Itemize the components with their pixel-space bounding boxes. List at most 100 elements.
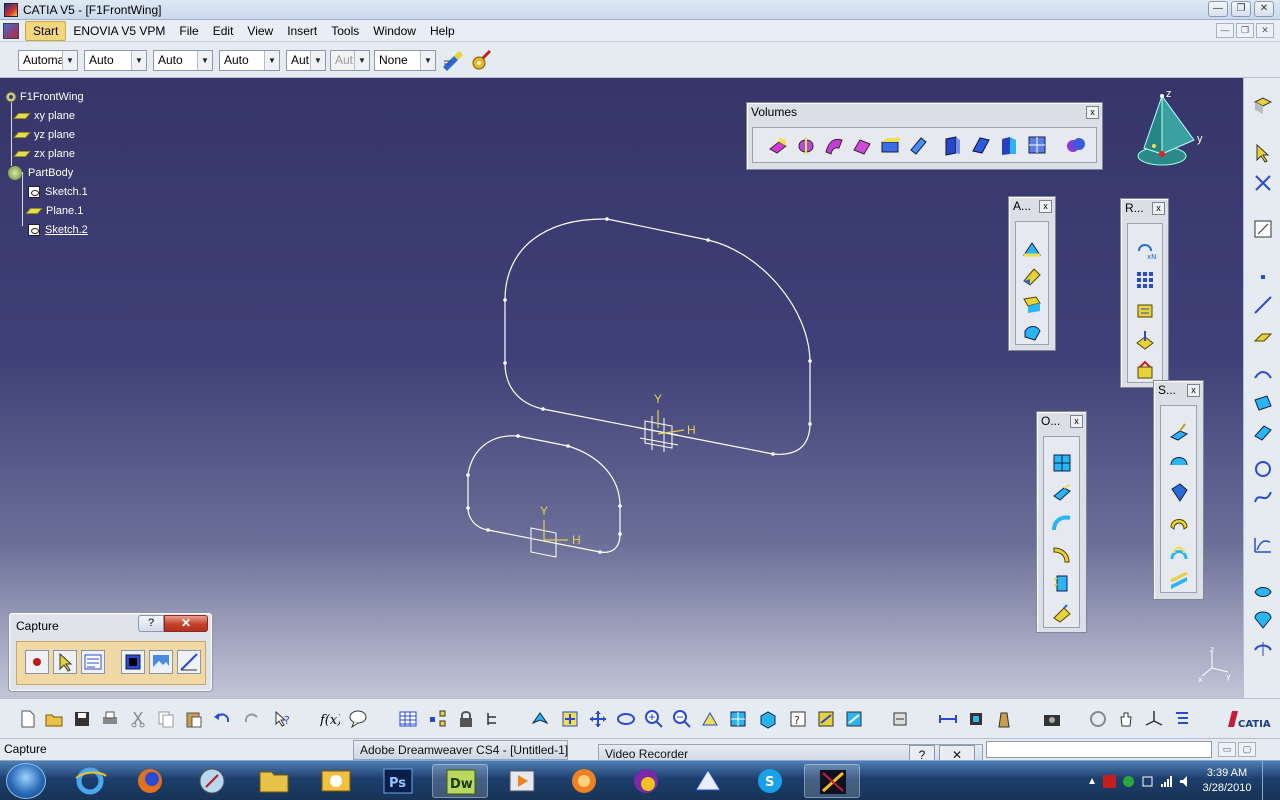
zoom-in-icon[interactable] <box>644 709 664 729</box>
menu-insert[interactable]: Insert <box>280 20 324 42</box>
menu-start[interactable]: Start <box>25 20 67 41</box>
command-input[interactable] <box>986 741 1212 758</box>
comment-icon[interactable] <box>348 709 368 729</box>
extrude-icon[interactable] <box>767 134 789 156</box>
projection-icon[interactable] <box>1252 364 1274 386</box>
sphere-surface-icon[interactable] <box>1168 481 1190 503</box>
tray-expand-icon[interactable]: ▲ <box>1087 776 1097 787</box>
offset-icon[interactable] <box>1051 542 1073 564</box>
sweep-icon[interactable] <box>823 134 845 156</box>
undo-icon[interactable] <box>212 709 232 729</box>
compass-widget[interactable] <box>1132 88 1212 173</box>
taskbar-safari[interactable] <box>184 764 240 798</box>
axis-system-icon[interactable] <box>1144 709 1164 729</box>
print-icon[interactable] <box>100 709 120 729</box>
remove-volume-icon[interactable] <box>970 134 992 156</box>
parallel-curve-icon[interactable] <box>1252 420 1274 442</box>
taskbar-windows-explorer[interactable] <box>246 764 302 798</box>
capture-close-button[interactable]: ✕ <box>164 615 208 632</box>
update-icon[interactable] <box>890 709 910 729</box>
save-icon[interactable] <box>72 709 92 729</box>
capture-icon[interactable] <box>121 650 145 674</box>
revolved-surface-icon[interactable] <box>1168 451 1190 473</box>
menu-view[interactable]: View <box>240 20 280 42</box>
iso-view-icon[interactable] <box>758 709 778 729</box>
menu-enovia[interactable]: ENOVIA V5 VPM <box>66 20 172 42</box>
mirror-icon[interactable] <box>1134 329 1156 351</box>
measure-between-icon[interactable] <box>938 709 958 729</box>
point-symbol-combo[interactable]: Aut ▼ <box>286 50 326 71</box>
menu-file[interactable]: File <box>172 20 205 42</box>
dreamweaver-window-tab[interactable]: Adobe Dreamweaver CS4 - [Untitled-1] <box>353 740 568 760</box>
record-icon[interactable] <box>25 650 49 674</box>
view-mode-icon[interactable]: ? <box>788 709 808 729</box>
whats-this-icon[interactable]: ? <box>272 709 292 729</box>
transparency-combo[interactable]: Auto ▼ <box>84 50 147 71</box>
union-trim-icon[interactable] <box>1026 134 1048 156</box>
helix-icon[interactable] <box>1252 534 1274 556</box>
menu-help[interactable]: Help <box>423 20 462 42</box>
swap-space-icon[interactable] <box>844 709 864 729</box>
multi-view-icon[interactable] <box>728 709 748 729</box>
catalog-icon[interactable] <box>428 709 448 729</box>
formula-icon[interactable]: f(x) <box>320 709 340 729</box>
panel-o-close-button[interactable]: x <box>1070 415 1083 428</box>
hide-show-icon[interactable] <box>816 709 836 729</box>
close-button[interactable]: ✕ <box>1254 1 1274 17</box>
draft-icon[interactable] <box>1021 265 1043 287</box>
tray-status-icon[interactable] <box>1122 775 1135 788</box>
tree-expand-icon[interactable] <box>1172 709 1192 729</box>
repetition-icon[interactable]: xN <box>1134 239 1156 261</box>
sketch-tools-icon[interactable] <box>1252 172 1274 194</box>
inertia-icon[interactable] <box>994 709 1014 729</box>
maximize-button[interactable]: ❐ <box>1231 1 1251 17</box>
layer-combo[interactable]: None ▼ <box>374 50 436 71</box>
pan-icon[interactable] <box>588 709 608 729</box>
measure-item-icon[interactable] <box>966 709 986 729</box>
revolve-icon[interactable] <box>795 134 817 156</box>
extract-icon[interactable] <box>1051 572 1073 594</box>
taskbar-vlc[interactable] <box>556 764 612 798</box>
split-icon[interactable] <box>1051 452 1073 474</box>
shell-icon[interactable] <box>1021 293 1043 315</box>
show-desktop-button[interactable] <box>1262 761 1272 800</box>
tray-device-icon[interactable] <box>1141 775 1154 788</box>
multisection-icon[interactable] <box>1252 580 1274 602</box>
volumes-close-button[interactable]: x <box>1086 106 1099 119</box>
select-arrow-icon[interactable] <box>1252 142 1274 164</box>
line-icon[interactable] <box>1252 294 1274 316</box>
redo-icon[interactable] <box>242 709 262 729</box>
taskbar-chat[interactable] <box>680 764 736 798</box>
system-clock[interactable]: 3:39 AM 3/28/2010 <box>1198 766 1256 796</box>
3d-viewport[interactable]: F1FrontWing xy plane yz plane zx plane P… <box>0 78 1243 698</box>
design-table-icon[interactable] <box>398 709 418 729</box>
close-surface-icon[interactable] <box>879 134 901 156</box>
doc-restore-button[interactable]: ❐ <box>1236 23 1254 38</box>
paste-icon[interactable] <box>184 709 204 729</box>
taskbar-yahoo-messenger[interactable] <box>618 764 674 798</box>
zoom-out-icon[interactable] <box>672 709 692 729</box>
sweep-surface-icon[interactable] <box>1168 541 1190 563</box>
taskbar-photoshop[interactable]: Ps <box>370 764 426 798</box>
panel-a-close-button[interactable]: x <box>1039 200 1052 213</box>
extruded-surface-icon[interactable] <box>1168 421 1190 443</box>
doc-minimize-button[interactable]: — <box>1216 23 1234 38</box>
volume-icon[interactable] <box>1179 775 1192 788</box>
minimize-button[interactable]: — <box>1208 1 1228 17</box>
fly-mode-icon[interactable] <box>530 709 550 729</box>
network-signal-icon[interactable] <box>1160 775 1173 788</box>
capture-settings-icon[interactable] <box>177 650 201 674</box>
trim-icon[interactable] <box>1051 482 1073 504</box>
fill-surface-icon[interactable] <box>1168 571 1190 593</box>
cut-icon[interactable] <box>128 709 148 729</box>
taskbar-dreamweaver[interactable]: Dw <box>432 764 488 798</box>
menu-edit[interactable]: Edit <box>206 20 241 42</box>
cylinder-surface-icon[interactable] <box>1168 511 1190 533</box>
thickness-icon[interactable] <box>1021 321 1043 343</box>
taskbar-media-player[interactable] <box>494 764 550 798</box>
add-volume-icon[interactable] <box>942 134 964 156</box>
part-design-icon[interactable] <box>1252 94 1274 116</box>
copy-icon[interactable] <box>156 709 176 729</box>
rotate-icon[interactable] <box>616 709 636 729</box>
join-icon[interactable] <box>1051 602 1073 624</box>
